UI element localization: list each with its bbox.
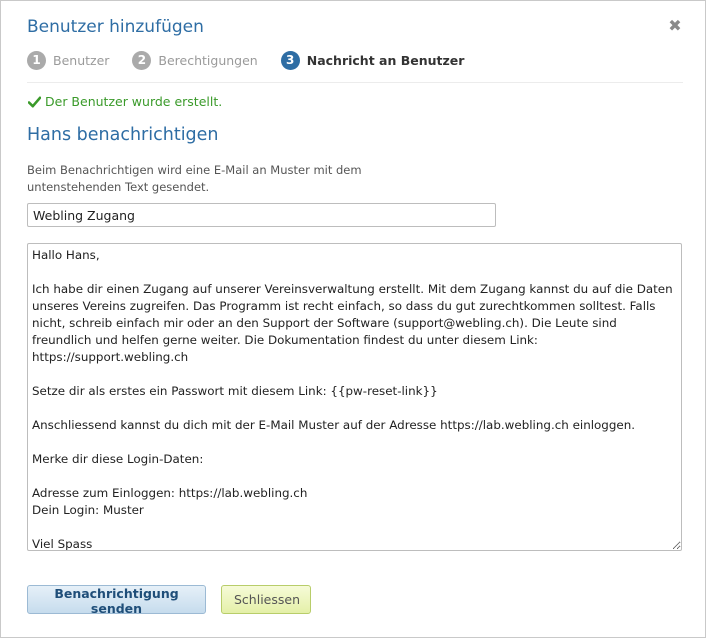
step-label: Nachricht an Benutzer <box>306 52 465 68</box>
section-description: Beim Benachrichtigen wird eine E-Mail an… <box>27 163 362 194</box>
step-label: Benutzer <box>53 52 110 68</box>
step-user[interactable]: 1 Benutzer <box>27 50 110 70</box>
section-heading: Hans benachrichtigen <box>27 125 219 145</box>
step-number: 2 <box>132 50 152 70</box>
success-text: Der Benutzer wurde erstellt. <box>45 94 223 109</box>
message-textarea[interactable]: Hallo Hans, Ich habe dir einen Zugang au… <box>27 243 682 551</box>
checkmark-icon <box>28 96 41 107</box>
step-label: Berechtigungen <box>158 52 258 68</box>
step-permissions[interactable]: 2 Berechtigungen <box>132 50 258 70</box>
dialog-title: Benutzer hinzufügen <box>27 17 204 37</box>
wizard-steps: 1 Benutzer 2 Berechtigungen 3 Nachricht … <box>27 50 487 70</box>
step-number: 3 <box>280 50 300 70</box>
success-message: Der Benutzer wurde erstellt. <box>28 94 222 109</box>
subject-input[interactable] <box>27 203 496 227</box>
step-number: 1 <box>27 50 46 70</box>
header-divider <box>27 82 683 83</box>
close-button[interactable]: Schliessen <box>221 585 311 614</box>
step-message[interactable]: 3 Nachricht an Benutzer <box>280 50 465 70</box>
close-icon[interactable]: ✖ <box>667 18 683 34</box>
add-user-dialog: Benutzer hinzufügen ✖ 1 Benutzer 2 Berec… <box>0 0 706 638</box>
send-notification-button[interactable]: Benachrichtigung senden <box>27 585 206 616</box>
